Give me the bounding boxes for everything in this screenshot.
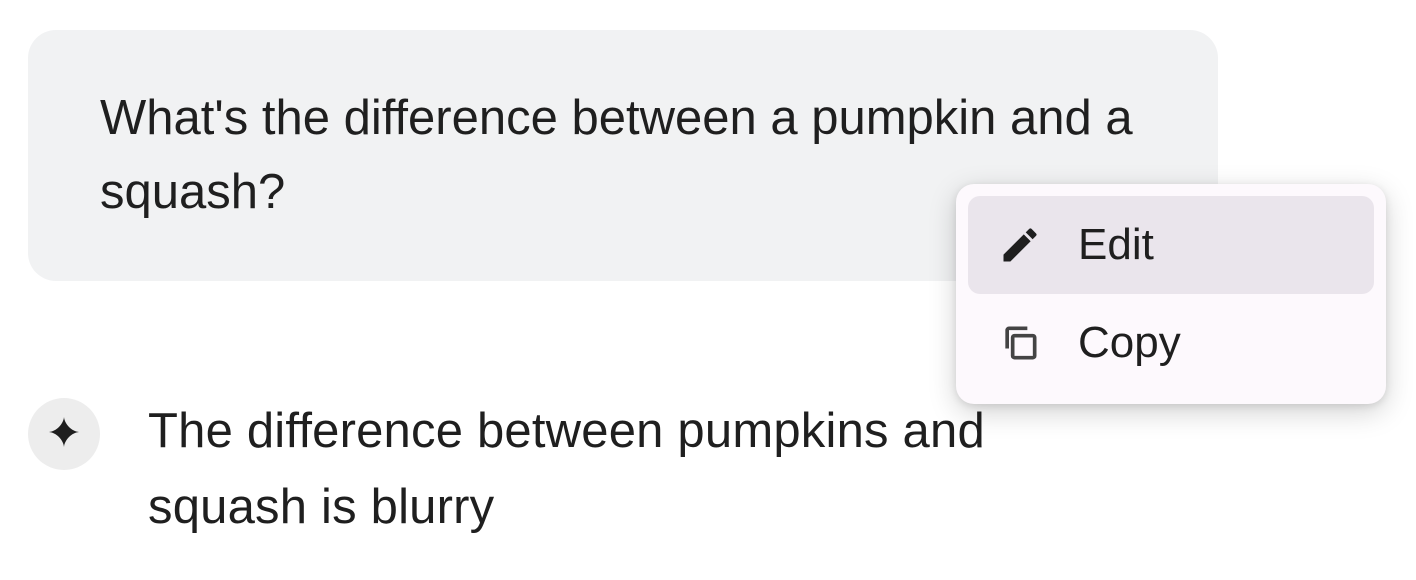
menu-item-edit[interactable]: Edit	[968, 196, 1374, 294]
context-menu: Edit Copy	[956, 184, 1386, 404]
menu-item-label: Edit	[1078, 220, 1154, 270]
assistant-response-row: The difference between pumpkins and squa…	[28, 394, 1128, 546]
copy-icon	[998, 321, 1042, 365]
menu-item-copy[interactable]: Copy	[968, 294, 1374, 392]
assistant-response-text: The difference between pumpkins and squa…	[148, 394, 1128, 546]
pencil-icon	[998, 223, 1042, 267]
assistant-avatar	[28, 398, 100, 470]
menu-item-label: Copy	[1078, 318, 1181, 368]
sparkle-icon	[46, 414, 82, 455]
